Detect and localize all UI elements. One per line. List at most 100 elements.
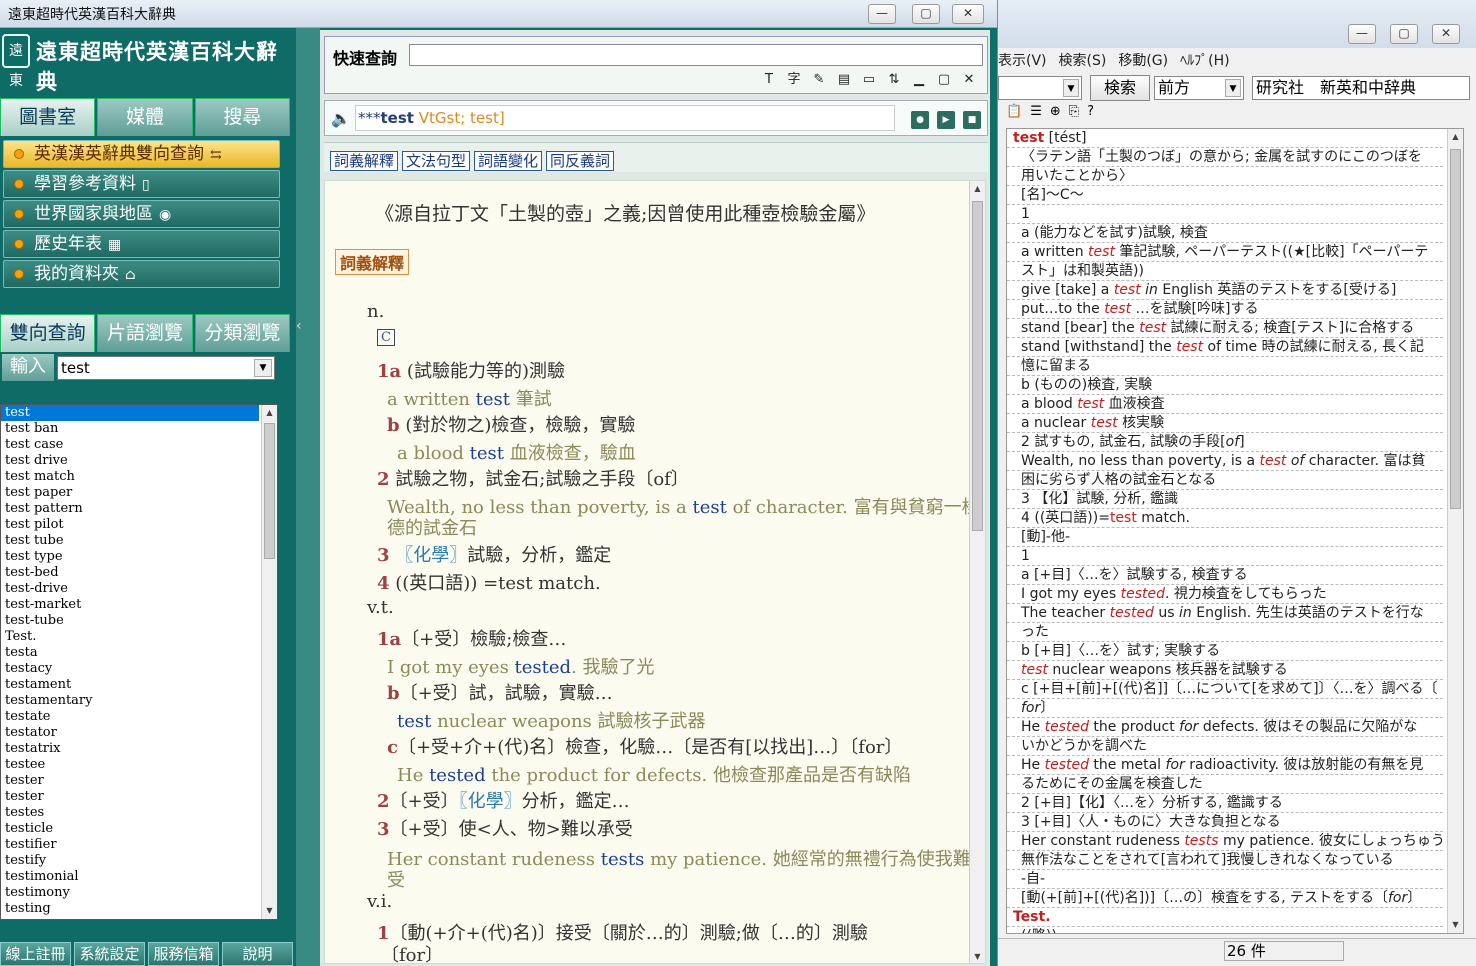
word-list-item[interactable]: test paper	[1, 485, 259, 501]
menu-bilingual-dictionary[interactable]: 英漢漢英辭典雙向查詢 ⇆	[3, 140, 280, 168]
tab-bidirectional[interactable]: 雙向查詢	[0, 314, 96, 352]
scroll-thumb[interactable]	[972, 201, 983, 531]
minimize-panel-icon[interactable]: ▁	[909, 71, 929, 89]
word-list-item[interactable]: testament	[1, 677, 259, 693]
content-scrollbar[interactable]: ▲ ▼	[969, 181, 985, 963]
minimize-button[interactable]: —	[868, 4, 896, 24]
help-button[interactable]: 說明	[222, 942, 293, 966]
scroll-up-icon[interactable]: ▲	[970, 181, 985, 197]
word-list-item[interactable]: test case	[1, 437, 259, 453]
service-mail-button[interactable]: 服務信箱	[148, 942, 219, 966]
close-button[interactable]: ✕	[1432, 24, 1460, 44]
jp-list-scrollbar[interactable]: ▲ ▼	[1447, 129, 1463, 933]
text-icon[interactable]: T	[759, 71, 779, 89]
chevron-down-icon[interactable]: ▼	[254, 359, 272, 377]
restore-panel-icon[interactable]: ▢	[934, 71, 954, 89]
close-panel-icon[interactable]: ✕	[959, 71, 979, 89]
tab-category-browse[interactable]: 分類瀏覽	[194, 314, 290, 352]
font-icon[interactable]: 字	[784, 71, 804, 89]
word-list-item[interactable]: testator	[1, 725, 259, 741]
word-list-item[interactable]: test ban	[1, 421, 259, 437]
chevron-down-icon[interactable]: ▼	[1063, 79, 1079, 97]
word-input[interactable]: test ▼	[57, 356, 275, 380]
list-icon[interactable]: ☰	[1030, 104, 1042, 126]
word-list-item[interactable]: testifier	[1, 837, 259, 853]
menu-my-folder[interactable]: 我的資料夾 ⌂	[3, 260, 280, 288]
word-list-item[interactable]: testacy	[1, 661, 259, 677]
scroll-down-icon[interactable]: ▼	[262, 903, 277, 919]
scroll-up-icon[interactable]: ▲	[1448, 129, 1463, 145]
scroll-thumb[interactable]	[1450, 149, 1461, 509]
sort-icon[interactable]: ⇅	[884, 71, 904, 89]
square-icon[interactable]: ■	[963, 111, 981, 129]
scroll-thumb[interactable]	[264, 423, 275, 559]
play-icon[interactable]: ▶	[937, 111, 955, 129]
word-list-item[interactable]: testimony	[1, 885, 259, 901]
word-list-item[interactable]: test pattern	[1, 501, 259, 517]
word-list-item[interactable]: testa	[1, 645, 259, 661]
word-list-item[interactable]: test	[1, 405, 259, 421]
menu-study-reference[interactable]: 學習參考資料 ▯	[3, 170, 280, 198]
stop-icon[interactable]: ●	[911, 111, 929, 129]
word-list-item[interactable]: test-market	[1, 597, 259, 613]
online-register-button[interactable]: 線上註冊	[0, 942, 71, 966]
copy-icon[interactable]: ▭	[859, 71, 879, 89]
maximize-button[interactable]: ▢	[1390, 24, 1418, 44]
word-list-item[interactable]: testee	[1, 757, 259, 773]
word-list-item[interactable]: tester	[1, 773, 259, 789]
scroll-up-icon[interactable]: ▲	[262, 405, 277, 421]
quick-search-input[interactable]	[409, 44, 983, 66]
tab-search[interactable]: 搜尋	[194, 98, 290, 136]
word-list-item[interactable]: tester	[1, 789, 259, 805]
search-input[interactable]: ▼	[998, 76, 1082, 100]
word-list-item[interactable]: test tube	[1, 533, 259, 549]
word-list-item[interactable]: test drive	[1, 453, 259, 469]
word-list-item[interactable]: testing	[1, 901, 259, 917]
copy-icon[interactable]: ⎘	[1069, 104, 1079, 126]
chevron-left-icon[interactable]: ‹	[296, 318, 306, 338]
tab-media[interactable]: 媒體	[97, 98, 193, 136]
word-list-item[interactable]: testicle	[1, 821, 259, 837]
link-synonyms[interactable]: 同反義詞	[546, 151, 615, 171]
search-button[interactable]: 検索	[1090, 75, 1150, 101]
close-button[interactable]: ✕	[952, 4, 984, 24]
scroll-down-icon[interactable]: ▼	[1448, 917, 1463, 933]
word-list-item[interactable]: test pilot	[1, 517, 259, 533]
word-list-item[interactable]: testes	[1, 805, 259, 821]
word-list-item[interactable]: testatrix	[1, 741, 259, 757]
highlight-icon[interactable]: ✎	[809, 71, 829, 89]
link-grammar[interactable]: 文法句型	[402, 151, 471, 171]
link-definitions[interactable]: 詞義解釋	[330, 151, 399, 171]
word-list-item[interactable]: test-drive	[1, 581, 259, 597]
menu-help[interactable]: ﾍﾙﾌﾟ(H)	[1180, 50, 1229, 72]
zoom-icon[interactable]: ⊕	[1050, 104, 1061, 126]
menu-world-countries[interactable]: 世界國家與地區 ◉	[3, 200, 280, 228]
word-list-item[interactable]: testamentary	[1, 693, 259, 709]
word-list-item[interactable]: test-tube	[1, 613, 259, 629]
word-list-item[interactable]: Test.	[1, 629, 259, 645]
word-list-item[interactable]: test match	[1, 469, 259, 485]
print-icon[interactable]: ▤	[834, 71, 854, 89]
panel-splitter[interactable]: ‹	[296, 28, 320, 966]
maximize-button[interactable]: ▢	[912, 4, 940, 24]
direction-select[interactable]: 前方 ▼	[1154, 76, 1244, 100]
minimize-button[interactable]: —	[1348, 24, 1376, 44]
speaker-icon[interactable]: 🔈	[331, 109, 351, 128]
clipboard-icon[interactable]: 📋	[1006, 104, 1022, 126]
word-list-item[interactable]: test type	[1, 549, 259, 565]
menu-search[interactable]: 検索(S)	[1059, 50, 1107, 72]
menu-history-timeline[interactable]: 歷史年表 ▦	[3, 230, 280, 258]
scroll-down-icon[interactable]: ▼	[970, 949, 985, 963]
word-list-item[interactable]: testimonial	[1, 869, 259, 885]
word-list-item[interactable]: testify	[1, 853, 259, 869]
help-icon[interactable]: ?	[1087, 104, 1094, 126]
tab-library[interactable]: 圖書室	[0, 98, 96, 136]
menu-move[interactable]: 移動(G)	[1118, 50, 1168, 72]
jp-entry-list[interactable]: test [tést] 〈ラテン語「土製のつぼ」の意から; 金属を試すのにこのつ…	[1006, 128, 1464, 934]
chevron-down-icon[interactable]: ▼	[1225, 79, 1241, 97]
word-list-item[interactable]: testate	[1, 709, 259, 725]
tab-phrase-browse[interactable]: 片語瀏覽	[97, 314, 193, 352]
link-inflections[interactable]: 詞語變化	[474, 151, 543, 171]
word-list-scrollbar[interactable]: ▲ ▼	[261, 405, 277, 919]
menu-view[interactable]: 表示(V)	[998, 50, 1047, 72]
